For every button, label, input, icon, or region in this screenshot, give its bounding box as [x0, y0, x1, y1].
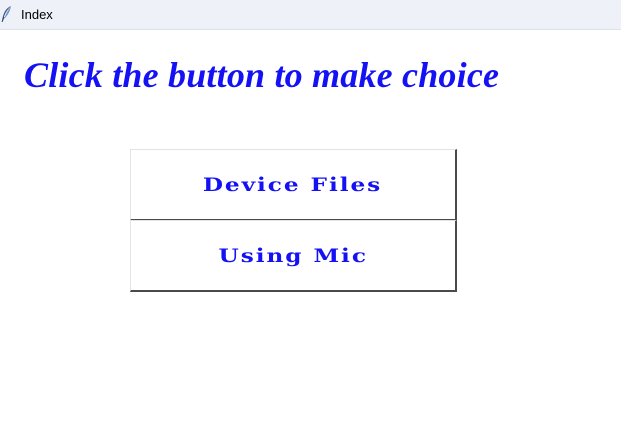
app-window: Index Click the button to make choice De…	[0, 0, 621, 426]
using-mic-button[interactable]: Using Mic	[130, 220, 457, 292]
device-files-button[interactable]: Device Files	[130, 149, 457, 221]
instruction-heading: Click the button to make choice	[24, 55, 500, 95]
title-bar[interactable]: Index	[0, 0, 621, 30]
feather-icon	[0, 5, 14, 23]
device-files-label: Device Files	[203, 173, 383, 196]
using-mic-label: Using Mic	[218, 244, 368, 267]
window-title: Index	[21, 7, 53, 22]
